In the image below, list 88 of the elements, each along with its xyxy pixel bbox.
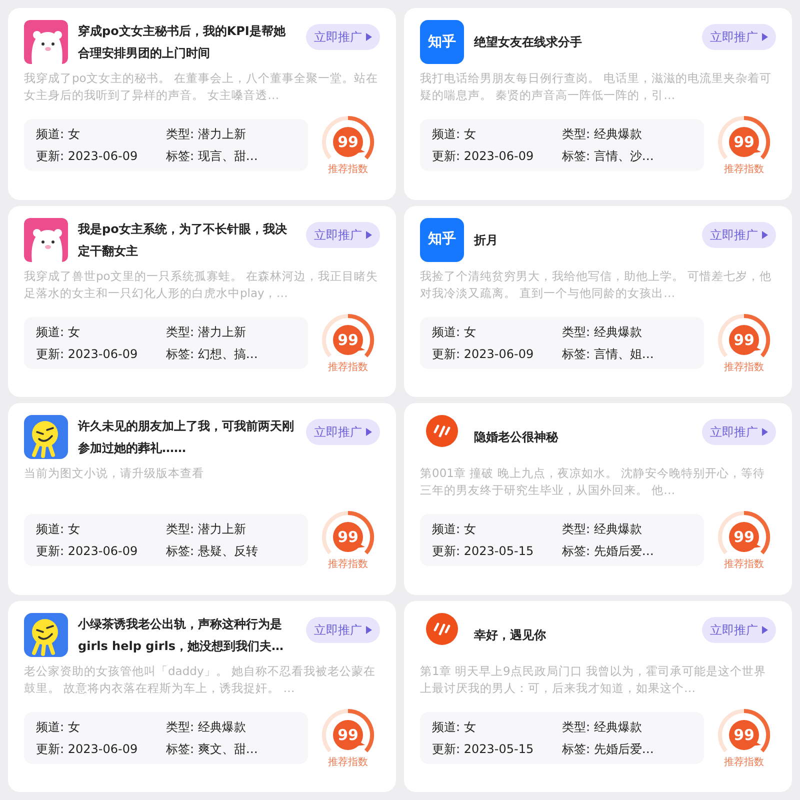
score-caption: 推荐指数 — [724, 164, 764, 176]
play-icon — [366, 626, 372, 634]
updated-text: 更新: 2023-06-09 — [36, 543, 139, 560]
channel-text: 频道: 女 — [36, 126, 81, 143]
book-description: 我穿成了兽世po文里的一只系统孤寡蛙。 在森林河边，我正目睹失足落水的女主和一只幻化人形的白虎水中play，… — [24, 268, 379, 302]
tags-text: 标签: 言情、沙… — [562, 148, 655, 165]
type-text: 类型: 经典爆款 — [562, 324, 643, 340]
smiling-blob-icon — [24, 415, 68, 459]
score: 99 — [732, 330, 756, 348]
score-caption: 推荐指数 — [328, 362, 368, 374]
updated-text: 更新: 2023-05-15 — [432, 543, 535, 560]
score: 99 — [732, 528, 756, 546]
play-icon — [366, 33, 372, 41]
channel-text: 频道: 女 — [36, 324, 81, 340]
tags-text: 标签: 先婚后爱… — [562, 543, 655, 560]
type-text: 类型: 潜力上新 — [166, 324, 247, 340]
score: 99 — [336, 133, 360, 151]
play-icon — [366, 230, 372, 238]
type-text: 类型: 经典爆款 — [562, 126, 643, 143]
tags-text: 标签: 言情、姐… — [562, 346, 655, 362]
smiling-blob-icon — [24, 612, 68, 656]
tags-text: 标签: 爽文、甜… — [166, 740, 259, 758]
score-caption: 推荐指数 — [328, 164, 368, 176]
book-title: 绝望女友在线求分手 — [474, 34, 583, 51]
book-title: 幸好，遇见你 — [474, 626, 547, 644]
book-title: 我是po女主系统，为了不长针眼，我决定干翻女主 — [78, 220, 288, 260]
play-icon — [366, 428, 372, 436]
updated-text: 更新: 2023-05-15 — [432, 740, 535, 758]
channel-text: 频道: 女 — [432, 718, 477, 736]
book-title: 穿成po文女主秘书后，我的KPI是帮她合理安排男团的上门时间 — [78, 23, 286, 62]
play-icon — [762, 33, 768, 41]
type-text: 类型: 经典爆款 — [562, 718, 643, 736]
updated-text: 更新: 2023-06-09 — [36, 148, 139, 165]
book-description: 第1章 明天早上9点民政局门口 我曾以为，霍司承可能是这个世界上最讨厌我的男人：可，后来我才知道，如果这个… — [420, 662, 767, 696]
promote-button[interactable]: 立即推广 — [306, 222, 380, 248]
promote-button[interactable]: 立即推广 — [702, 419, 776, 445]
type-text: 类型: 经典爆款 — [166, 718, 247, 736]
updated-text: 更新: 2023-06-09 — [36, 740, 139, 758]
channel-text: 频道: 女 — [432, 126, 477, 143]
score-caption: 推荐指数 — [724, 559, 764, 571]
score: 99 — [336, 528, 360, 546]
app-logo: 知乎 — [420, 20, 464, 64]
book-title: 隐婚老公很神秘 — [474, 429, 560, 446]
book-description: 我穿成了po文女主的秘书。 在董事会上，八个董事全聚一堂。站在女主身后的我听到了异样的声音。 女主嗓音透… — [24, 70, 379, 104]
promote-button[interactable]: 立即推广 — [702, 24, 776, 50]
stripes-logo-icon — [426, 415, 458, 447]
score-caption: 推荐指数 — [328, 559, 368, 571]
stripes-logo-icon — [426, 612, 458, 644]
score-caption: 推荐指数 — [724, 362, 764, 374]
book-title: 许久未见的朋友加上了我，可我前两天刚参加过她的葬礼…… — [78, 418, 295, 457]
promote-button[interactable]: 立即推广 — [702, 616, 776, 642]
promote-button[interactable]: 立即推广 — [702, 222, 776, 248]
tags-text: 标签: 先婚后爱… — [562, 740, 655, 758]
book-title: 折月 — [474, 232, 499, 248]
app-logo: 知乎 — [420, 218, 464, 262]
promote-button[interactable]: 立即推广 — [306, 24, 380, 50]
book-description: 老公家资助的女孩管他叫「daddy」。 她自称不忍看我被老公蒙在鼓里。 故意将内衣落在程斯为车上，诱我捉奸。 … — [24, 662, 376, 696]
type-text: 类型: 经典爆款 — [562, 521, 643, 538]
channel-text: 频道: 女 — [432, 521, 477, 538]
promote-button[interactable]: 立即推广 — [306, 616, 380, 642]
tags-text: 标签: 悬疑、反转 — [166, 543, 259, 560]
book-title: 小绿茶诱我老公出轨，声称这种行为是girls help girls，她没想到我们夫… — [78, 616, 284, 655]
play-icon — [762, 428, 768, 436]
type-text: 类型: 潜力上新 — [166, 126, 247, 143]
updated-text: 更新: 2023-06-09 — [432, 346, 535, 362]
play-icon — [762, 626, 768, 634]
score-caption: 推荐指数 — [724, 756, 764, 768]
channel-text: 频道: 女 — [432, 324, 477, 340]
book-description: 当前为图文小说，请升级版本查看 — [24, 465, 205, 482]
score: 99 — [336, 726, 360, 744]
book-description: 第001章 撞破 晚上九点，夜凉如水。 沈静安今晚特别开心，等待三年的男友终于研究生毕业，从国外回来。 他… — [420, 465, 766, 499]
promote-button[interactable]: 立即推广 — [306, 419, 380, 445]
book-description: 我捡了个清纯贫穷男大，我给他写信，助他上学。 可惜差七岁，他对我冷淡又疏离。 直到一个与他同龄的女孩出… — [420, 268, 773, 302]
score-caption: 推荐指数 — [328, 756, 368, 768]
type-text: 类型: 潜力上新 — [166, 521, 247, 538]
tags-text: 标签: 幻想、搞… — [166, 346, 259, 362]
bear-icon — [24, 218, 68, 262]
updated-text: 更新: 2023-06-09 — [36, 346, 139, 362]
channel-text: 频道: 女 — [36, 521, 81, 538]
updated-text: 更新: 2023-06-09 — [432, 148, 535, 165]
channel-text: 频道: 女 — [36, 718, 81, 736]
play-icon — [762, 230, 768, 238]
score: 99 — [732, 726, 756, 744]
score: 99 — [732, 133, 756, 151]
tags-text: 标签: 现言、甜… — [166, 148, 259, 165]
score: 99 — [336, 330, 360, 348]
book-description: 我打电话给男朋友每日例行查岗。 电话里，滋滋的电流里夹杂着可疑的喘息声。 秦贤的声音高一阵低一阵的，引… — [420, 70, 773, 104]
bear-icon — [24, 20, 68, 64]
